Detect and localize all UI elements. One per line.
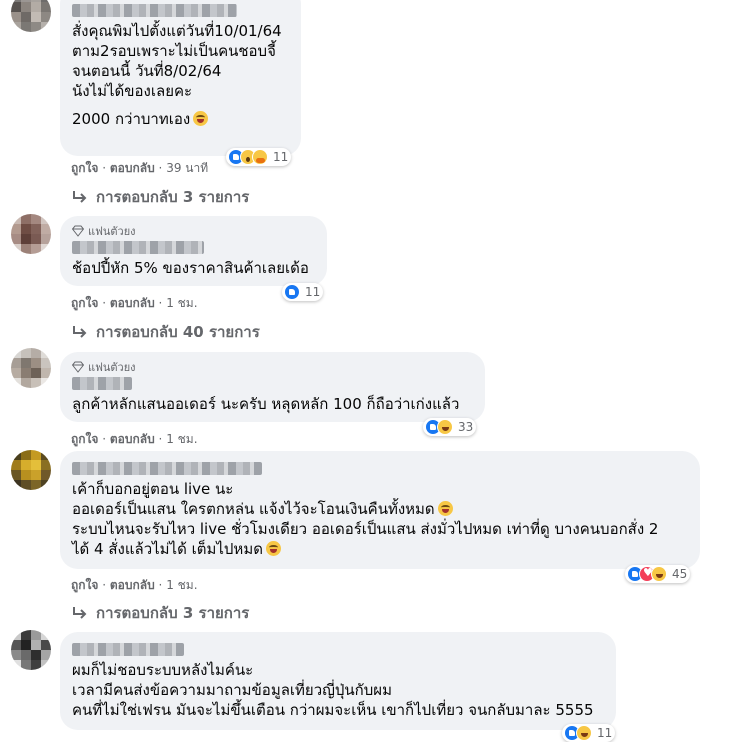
comment-text: สั่งคุณพิมไปตั้งแต่วันที่10/01/64	[72, 22, 282, 40]
haha-icon	[576, 725, 592, 741]
comment-bubble: สั่งคุณพิมไปตั้งแต่วันที่10/01/64 ตาม2รอ…	[60, 0, 301, 156]
diamond-icon	[72, 225, 84, 237]
reply-link[interactable]: ตอบกลับ	[110, 578, 155, 592]
haha-icon	[651, 566, 667, 582]
replies-count-label: การตอบกลับ 40 รายการ	[96, 323, 260, 341]
reply-arrow-icon	[73, 607, 87, 619]
view-replies-link[interactable]: การตอบกลับ 3 รายการ	[72, 601, 249, 625]
comment-bubble: แฟนตัวยง ช้อปปี้หัก 5% ของราคาสินค้าเลยเ…	[60, 216, 327, 286]
reply-link[interactable]: ตอบกลับ	[110, 161, 155, 175]
comment-text: ได้ 4 สั่งแล้วไม่ได้ เต็มไปหมด	[72, 540, 263, 558]
commenter-name-blurred[interactable]	[72, 241, 204, 254]
comment-text: ตาม2รอบเพราะไม่เป็นคนชอบจี้	[72, 42, 276, 60]
avatar[interactable]	[11, 0, 51, 32]
avatar[interactable]	[11, 450, 51, 490]
comment-actions: ถูกใจ · ตอบกลับ · 1 ชม.	[71, 296, 198, 310]
reaction-count: 33	[458, 420, 474, 434]
timestamp[interactable]: 1 ชม.	[166, 296, 197, 310]
laughing-emoji-icon	[193, 111, 209, 126]
view-replies-link[interactable]: การตอบกลับ 40 รายการ	[72, 320, 260, 344]
reaction-summary[interactable]: 11	[226, 148, 292, 166]
view-replies-link[interactable]: การตอบกลับ 3 รายการ	[72, 185, 249, 209]
like-icon	[284, 284, 300, 300]
badge-label: แฟนตัวยง	[88, 361, 136, 374]
reaction-count: 11	[273, 150, 289, 164]
comment-text: ลูกค้าหลักแสนออเดอร์ นะครับ หลุดหลัก 100…	[72, 395, 460, 413]
reaction-summary[interactable]: 33	[423, 418, 477, 436]
avatar[interactable]	[11, 630, 51, 670]
reaction-count: 11	[305, 285, 321, 299]
like-link[interactable]: ถูกใจ	[71, 161, 98, 175]
top-fan-badge: แฟนตัวยง	[72, 360, 473, 374]
reaction-summary[interactable]: 11	[282, 283, 324, 301]
comment-text: 2000 กว่าบาทเอง	[72, 110, 191, 128]
like-link[interactable]: ถูกใจ	[71, 296, 98, 310]
avatar[interactable]	[11, 348, 51, 388]
like-link[interactable]: ถูกใจ	[71, 578, 98, 592]
comment-text: คนที่ไม่ใช่เฟรน มันจะไม่ขึ้นเตือน กว่าผม…	[72, 701, 594, 719]
timestamp[interactable]: 1 ชม.	[166, 432, 197, 446]
comment-text: เวลามีคนส่งข้อความมาถามข้อมูลเที่ยวญี่ปุ…	[72, 681, 392, 699]
like-link[interactable]: ถูกใจ	[71, 432, 98, 446]
reply-arrow-icon	[73, 191, 87, 203]
haha-icon	[437, 419, 453, 435]
comment-text: นังไม่ได้ของเลยคะ	[72, 82, 193, 100]
laughing-emoji-icon	[265, 541, 281, 556]
comment-bubble: ผมก็ไม่ชอบระบบหลังไมค์นะ เวลามีคนส่งข้อค…	[60, 632, 616, 730]
comment-bubble: แฟนตัวยง ลูกค้าหลักแสนออเดอร์ นะครับ หลุ…	[60, 352, 485, 422]
comment-bubble: เค้าก็บอกอยู่ตอน live นะ ออเดอร์เป็นแสน …	[60, 451, 700, 569]
reply-link[interactable]: ตอบกลับ	[110, 296, 155, 310]
replies-count-label: การตอบกลับ 3 รายการ	[96, 604, 250, 622]
comment-text: ออเดอร์เป็นแสน ใครตกหล่น แจ้งไว้จะโอนเงิ…	[72, 500, 435, 518]
comment-text: ผมก็ไม่ชอบระบบหลังไมค์นะ	[72, 661, 254, 679]
timestamp[interactable]: 39 นาที	[166, 161, 208, 175]
commenter-name-blurred[interactable]	[72, 4, 237, 17]
reaction-count: 11	[597, 726, 613, 740]
top-fan-badge: แฟนตัวยง	[72, 224, 315, 238]
reaction-summary[interactable]: 45	[625, 565, 691, 583]
reply-arrow-icon	[73, 326, 87, 338]
care-icon	[252, 149, 268, 165]
replies-count-label: การตอบกลับ 3 รายการ	[96, 188, 250, 206]
commenter-name-blurred[interactable]	[72, 462, 262, 475]
reaction-summary[interactable]: 11	[562, 724, 616, 742]
commenter-name-blurred[interactable]	[72, 643, 184, 656]
diamond-icon	[72, 361, 84, 373]
commenter-name-blurred[interactable]	[72, 377, 132, 390]
comment-text: จนตอนนี้ วันที่8/02/64	[72, 62, 222, 80]
avatar[interactable]	[11, 214, 51, 254]
comment-text: ระบบไหนจะรับไหว live ชั่วโมงเดียว ออเดอร…	[72, 520, 659, 538]
timestamp[interactable]: 1 ชม.	[166, 578, 197, 592]
comment-actions: ถูกใจ · ตอบกลับ · 39 นาที	[71, 161, 209, 175]
comment-actions: ถูกใจ · ตอบกลับ · 1 ชม.	[71, 578, 198, 592]
laughing-emoji-icon	[437, 501, 453, 516]
reply-link[interactable]: ตอบกลับ	[110, 432, 155, 446]
badge-label: แฟนตัวยง	[88, 225, 136, 238]
comment-text: เค้าก็บอกอยู่ตอน live นะ	[72, 480, 234, 498]
comment-actions: ถูกใจ · ตอบกลับ · 1 ชม.	[71, 432, 198, 446]
comment-text: ช้อปปี้หัก 5% ของราคาสินค้าเลยเด้อ	[72, 259, 309, 277]
reaction-count: 45	[672, 567, 688, 581]
